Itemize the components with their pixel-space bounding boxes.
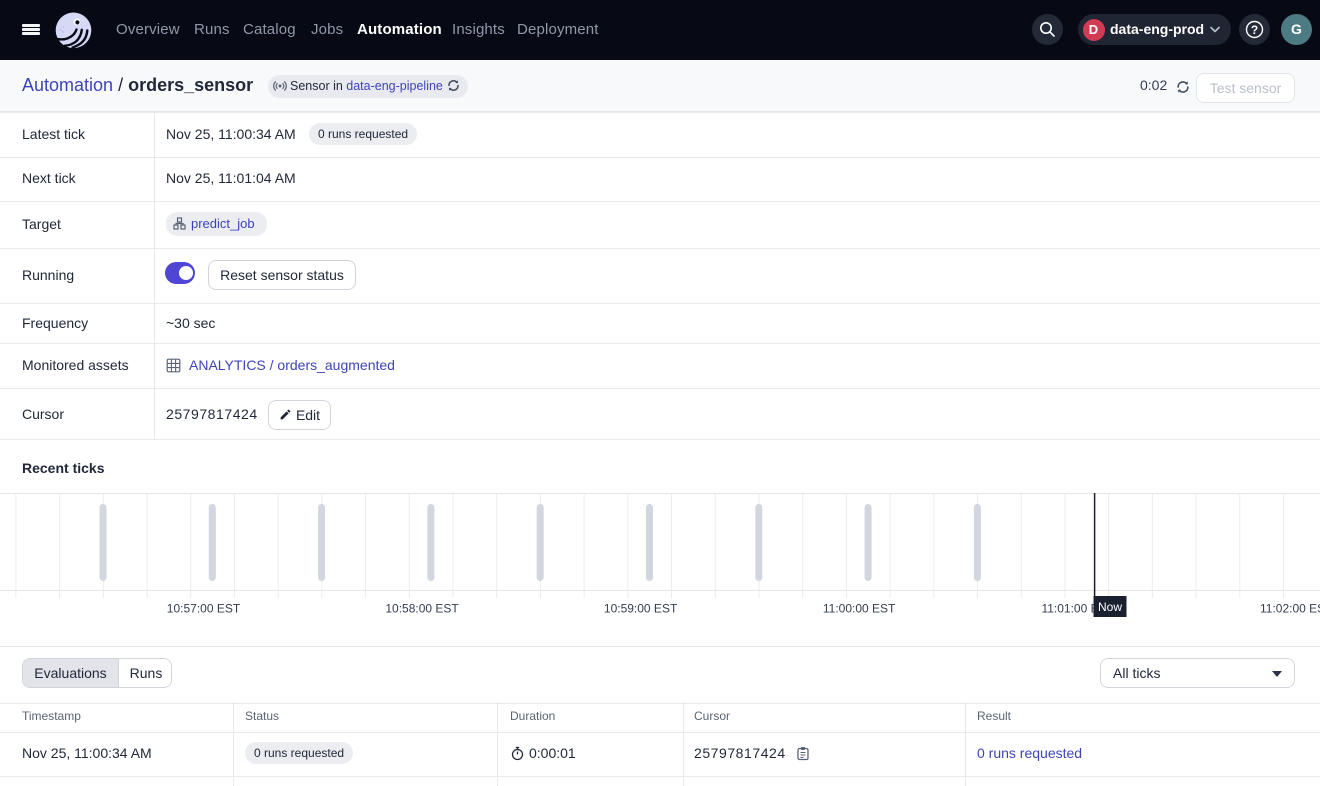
svg-text:11:00:00 EST: 11:00:00 EST: [823, 602, 896, 616]
svg-text:10:59:00 EST: 10:59:00 EST: [604, 602, 678, 616]
svg-text:Now: Now: [1098, 600, 1122, 614]
svg-text:?: ?: [1251, 23, 1258, 37]
svg-text:10:57:00 EST: 10:57:00 EST: [167, 602, 241, 616]
svg-text:10:58:00 EST: 10:58:00 EST: [385, 602, 459, 616]
svg-text:11:02:00 EST: 11:02:00 EST: [1260, 602, 1320, 616]
